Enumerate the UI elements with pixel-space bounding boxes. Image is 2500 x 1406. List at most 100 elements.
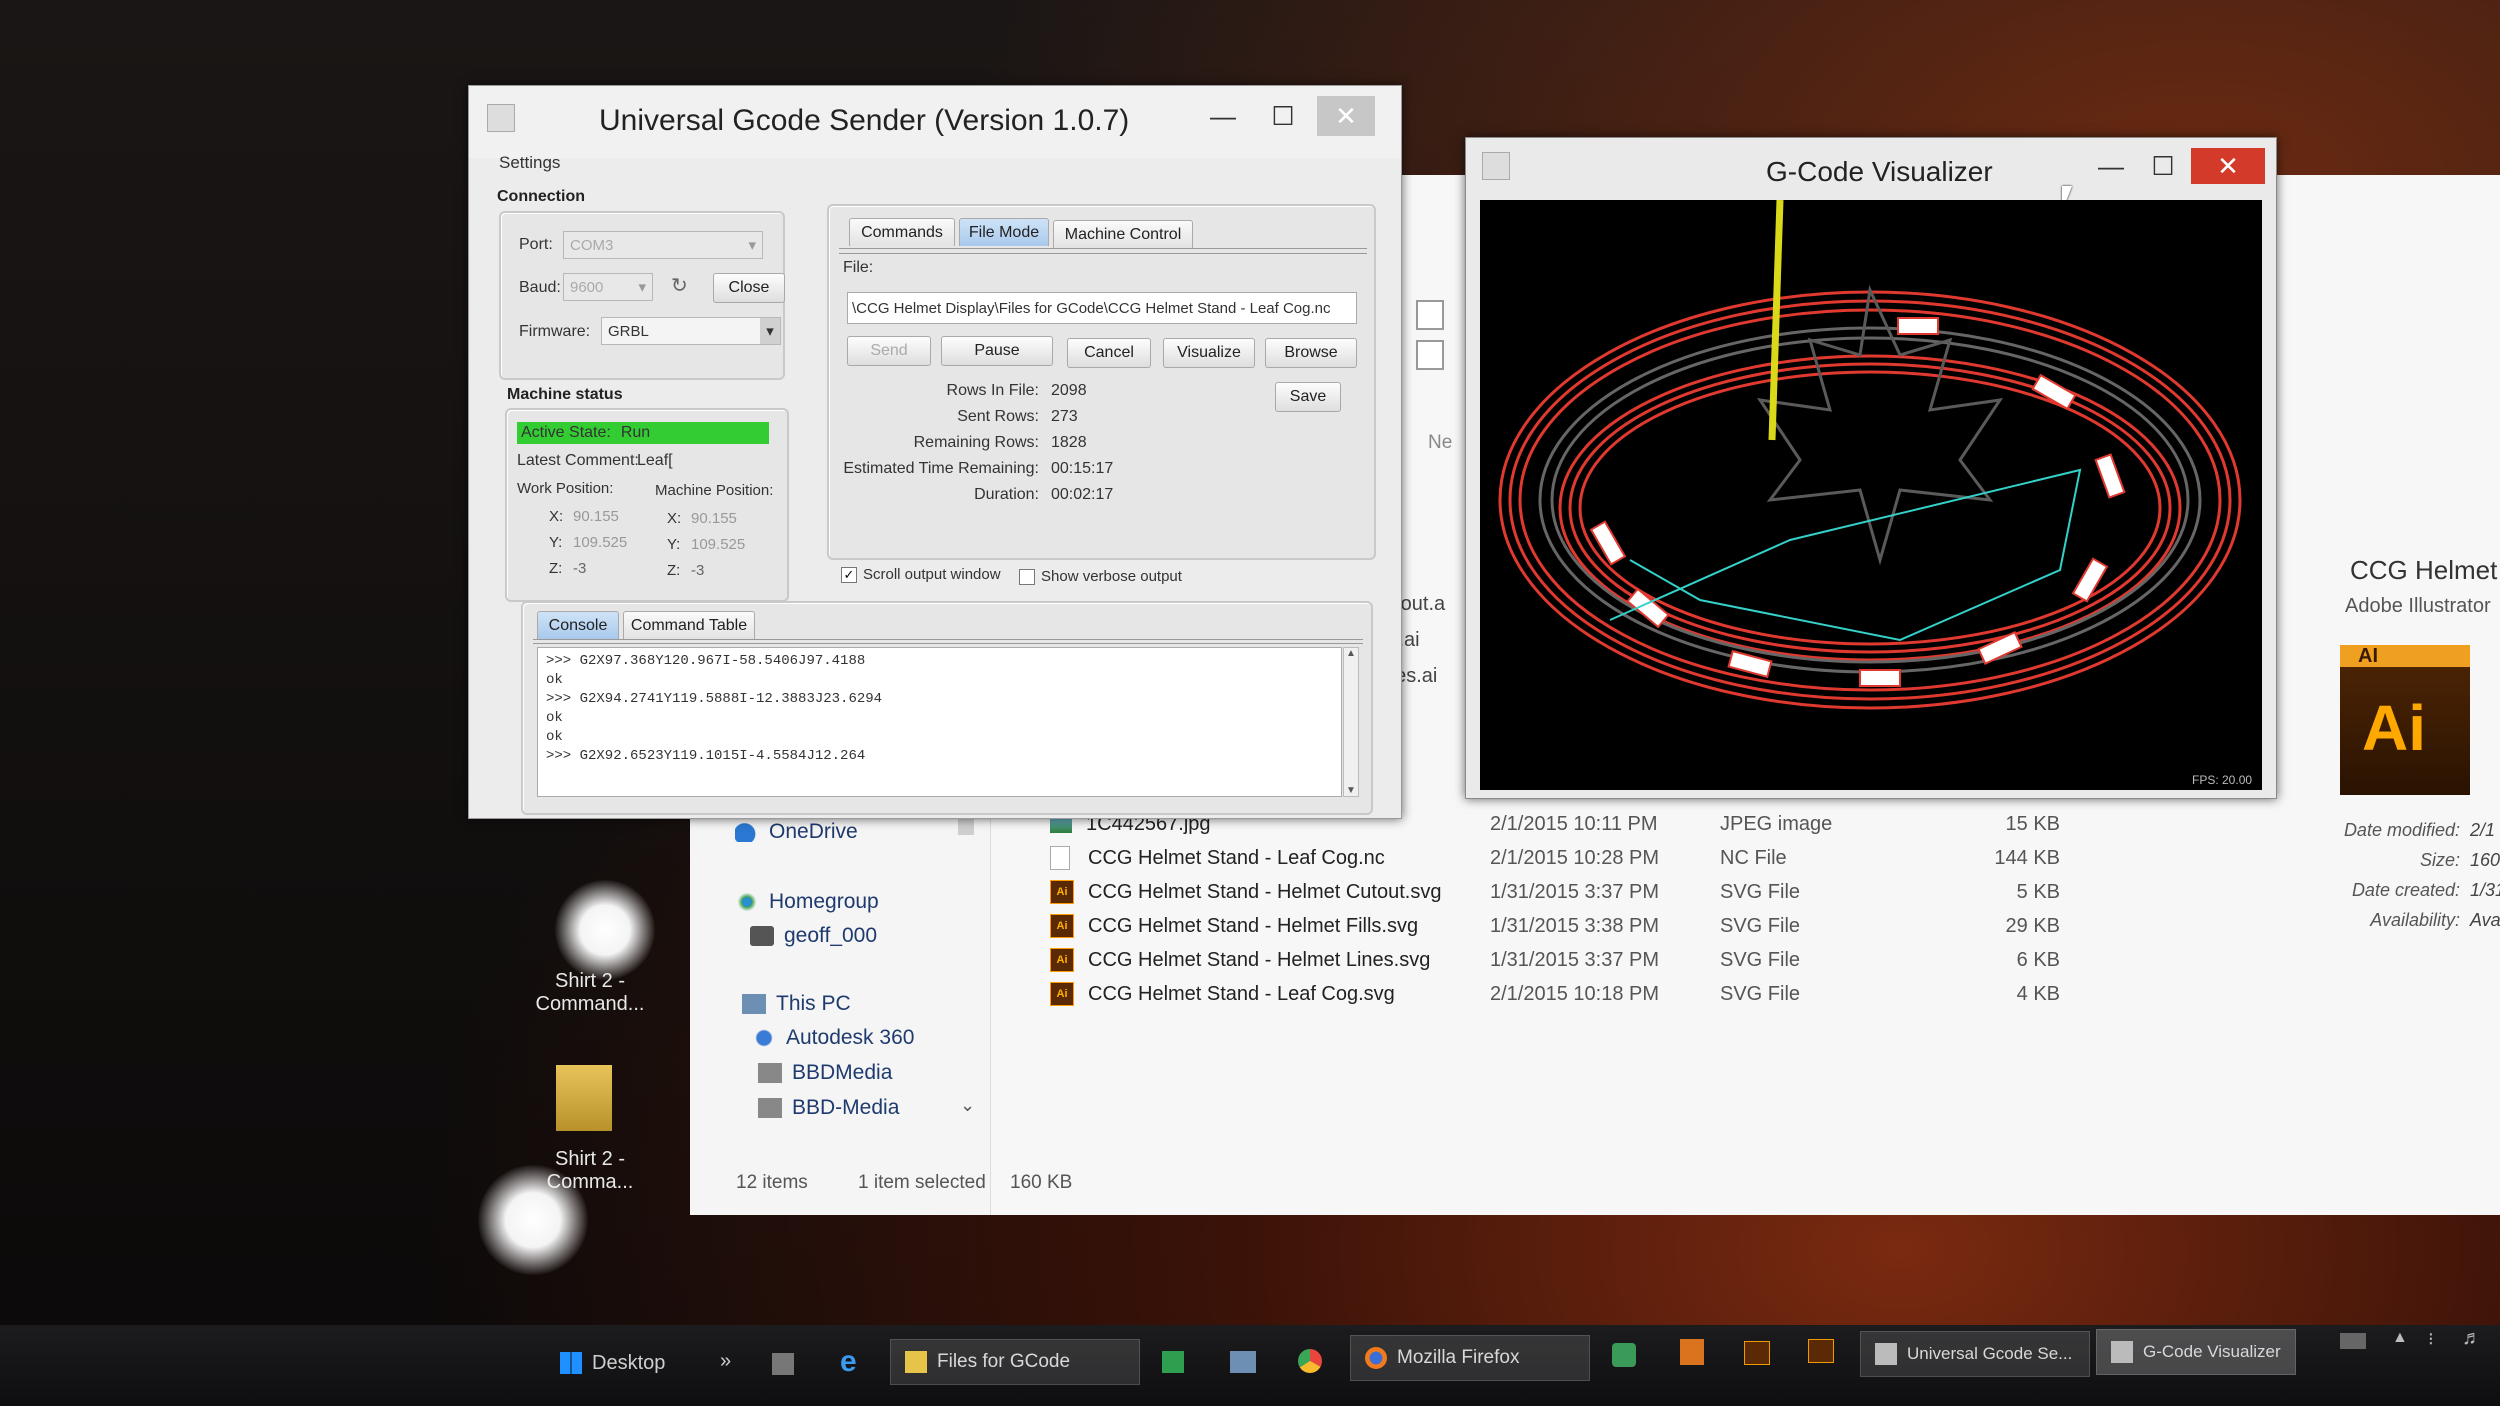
console-output[interactable]: >>> G2X97.368Y120.967I-58.5406J97.4188 o… [537, 647, 1342, 797]
minimize-icon[interactable]: — [2086, 146, 2136, 186]
close-icon[interactable]: ✕ [1317, 96, 1375, 136]
pause-button[interactable]: Pause [941, 336, 1053, 366]
tab-commands[interactable]: Commands [849, 218, 955, 246]
wifi-icon[interactable]: ⁝ [2428, 1329, 2434, 1350]
browse-button[interactable]: Browse [1265, 338, 1357, 368]
close-connection-button[interactable]: Close [713, 273, 785, 303]
file-row[interactable]: Ai CCG Helmet Stand - Leaf Cog.svg 2/1/20… [1050, 977, 2060, 1011]
file-icon [1416, 300, 1444, 330]
details-title: CCG Helmet [2350, 555, 2498, 585]
send-button[interactable]: Send [847, 336, 931, 366]
ugs-titlebar[interactable]: Universal Gcode Sender (Version 1.0.7) —… [469, 86, 1401, 158]
internet-explorer-icon[interactable]: e [840, 1345, 857, 1379]
work-position-label: Work Position: [517, 480, 614, 497]
machine-position-label: Machine Position: [655, 482, 774, 499]
toolpath-rings [1498, 290, 2242, 710]
chevron-down-icon: ▾ [638, 279, 646, 296]
menu-settings[interactable]: Settings [499, 153, 560, 173]
details-size: Size: 160 [2419, 850, 2500, 870]
visualize-button[interactable]: Visualize [1163, 338, 1255, 368]
minimize-icon[interactable]: — [1194, 96, 1252, 136]
keyboard-icon[interactable] [2340, 1333, 2366, 1349]
cancel-button[interactable]: Cancel [1067, 338, 1151, 368]
refresh-icon[interactable]: ↻ [671, 273, 688, 298]
app-icon[interactable] [1612, 1343, 1636, 1367]
taskbar-overflow-icon[interactable]: » [720, 1339, 731, 1383]
file-row[interactable]: CCG Helmet Stand - Leaf Cog.nc 2/1/2015 … [1050, 841, 2060, 875]
java-app-icon [1482, 152, 1510, 180]
work-z-value: -3 [573, 560, 587, 577]
nav-item-autodesk[interactable]: Autodesk 360 [752, 1021, 914, 1055]
toolpath-leaf [1756, 284, 2004, 566]
machine-status-panel: Active State: Run Latest Comment: Leaf[ … [505, 408, 789, 602]
nav-item-homegroup[interactable]: Homegroup [735, 885, 879, 919]
tray-chevron-up-icon[interactable]: ▲ [2392, 1329, 2408, 1347]
app-icon[interactable] [1808, 1339, 1834, 1363]
console-scrollbar[interactable]: ▲ ▼ [1343, 647, 1359, 797]
java-app-icon [2111, 1341, 2133, 1363]
port-select[interactable]: COM3 ▾ [563, 231, 763, 259]
details-date-created: Date created:1/31 [2351, 880, 2500, 900]
nav-item-bbdmedia[interactable]: BBDMedia [758, 1056, 892, 1090]
desktop-icon-shirt-command[interactable]: Shirt 2 - Command... [520, 970, 660, 1016]
details-app: Adobe Illustrator [2345, 595, 2491, 617]
tab-divider [839, 248, 1367, 254]
java-app-icon [487, 104, 515, 132]
tab-file-mode[interactable]: File Mode [959, 218, 1049, 246]
console-line: ok [546, 710, 563, 726]
save-button[interactable]: Save [1275, 382, 1341, 412]
app-icon[interactable] [1680, 1339, 1704, 1365]
status-item-count: 12 items [736, 1172, 808, 1193]
taskbar-ugs[interactable]: Universal Gcode Se... [1860, 1331, 2090, 1377]
file-row[interactable]: Ai CCG Helmet Stand - Helmet Fills.svg 1/… [1050, 909, 2060, 943]
app-icon[interactable] [1744, 1341, 1770, 1365]
console-line: >>> G2X97.368Y120.967I-58.5406J97.4188 [546, 653, 866, 669]
store-icon[interactable] [1162, 1351, 1184, 1373]
maximize-icon[interactable]: ☐ [1254, 96, 1312, 136]
taskbar-firefox[interactable]: Mozilla Firefox [1350, 1335, 1590, 1381]
chrome-icon[interactable] [1298, 1349, 1322, 1373]
console-panel: Console Command Table >>> G2X97.368Y120.… [521, 601, 1373, 815]
scroll-output-checkbox[interactable]: ✓ Scroll output window [841, 566, 1001, 583]
nav-item-user[interactable]: geoff_000 [750, 919, 877, 953]
file-row[interactable]: Ai CCG Helmet Stand - Helmet Lines.svg 1/… [1050, 943, 2060, 977]
taskbar-desktop[interactable]: Desktop [560, 1341, 665, 1385]
tab-console[interactable]: Console [537, 611, 619, 639]
calculator-icon[interactable] [772, 1353, 794, 1375]
machine-status-header: Machine status [507, 386, 623, 403]
visualizer-window: G-Code Visualizer — ☐ ✕ FPS: 20.00 [1465, 137, 2277, 799]
toolpath-canvas[interactable]: FPS: 20.00 [1480, 199, 2262, 790]
maximize-icon[interactable]: ☐ [2138, 146, 2188, 186]
drive-icon [758, 1098, 782, 1118]
column-header-partial: Ne [1428, 432, 1453, 453]
doc-icon [1050, 846, 1070, 870]
computer-icon [742, 994, 766, 1014]
checkbox-checked-icon: ✓ [841, 566, 857, 583]
tab-machine-control[interactable]: Machine Control [1053, 220, 1193, 248]
baud-select[interactable]: 9600 ▾ [563, 273, 653, 301]
taskbar-visualizer[interactable]: G-Code Visualizer [2096, 1329, 2296, 1375]
chevron-down-icon: ▾ [748, 237, 756, 254]
network-icon[interactable] [1230, 1351, 1256, 1373]
verbose-output-checkbox[interactable]: Show verbose output [1019, 568, 1182, 585]
chevron-down-icon[interactable]: ⌄ [960, 1095, 975, 1116]
firmware-select[interactable]: GRBL ▾ [601, 317, 781, 345]
file-label: File: [843, 259, 874, 276]
scroll-up-icon[interactable]: ▲ [1344, 648, 1358, 659]
folder-icon [556, 1065, 612, 1131]
close-icon[interactable]: ✕ [2191, 148, 2265, 184]
nav-item-bbd-media[interactable]: BBD-Media [758, 1091, 899, 1125]
scroll-down-icon[interactable]: ▼ [1344, 785, 1358, 796]
file-row[interactable]: Ai CCG Helmet Stand - Helmet Cutout.svg 1… [1050, 875, 2060, 909]
firefox-icon [1365, 1347, 1387, 1369]
tab-command-table[interactable]: Command Table [623, 611, 755, 639]
nav-item-thispc[interactable]: This PC [742, 987, 851, 1021]
toolpath-rapid-moves [1609, 468, 2082, 642]
console-line: ok [546, 729, 563, 745]
file-path-field[interactable]: \CCG Helmet Display\Files for GCode\CCG … [847, 292, 1357, 324]
nav-item-onedrive[interactable]: OneDrive [735, 815, 858, 849]
latest-comment-label: Latest Comment: [517, 452, 639, 469]
volume-icon[interactable]: ♬ [2462, 1327, 2482, 1350]
taskbar-files-for-gcode[interactable]: Files for GCode [890, 1339, 1140, 1385]
file-icon [1416, 340, 1444, 370]
